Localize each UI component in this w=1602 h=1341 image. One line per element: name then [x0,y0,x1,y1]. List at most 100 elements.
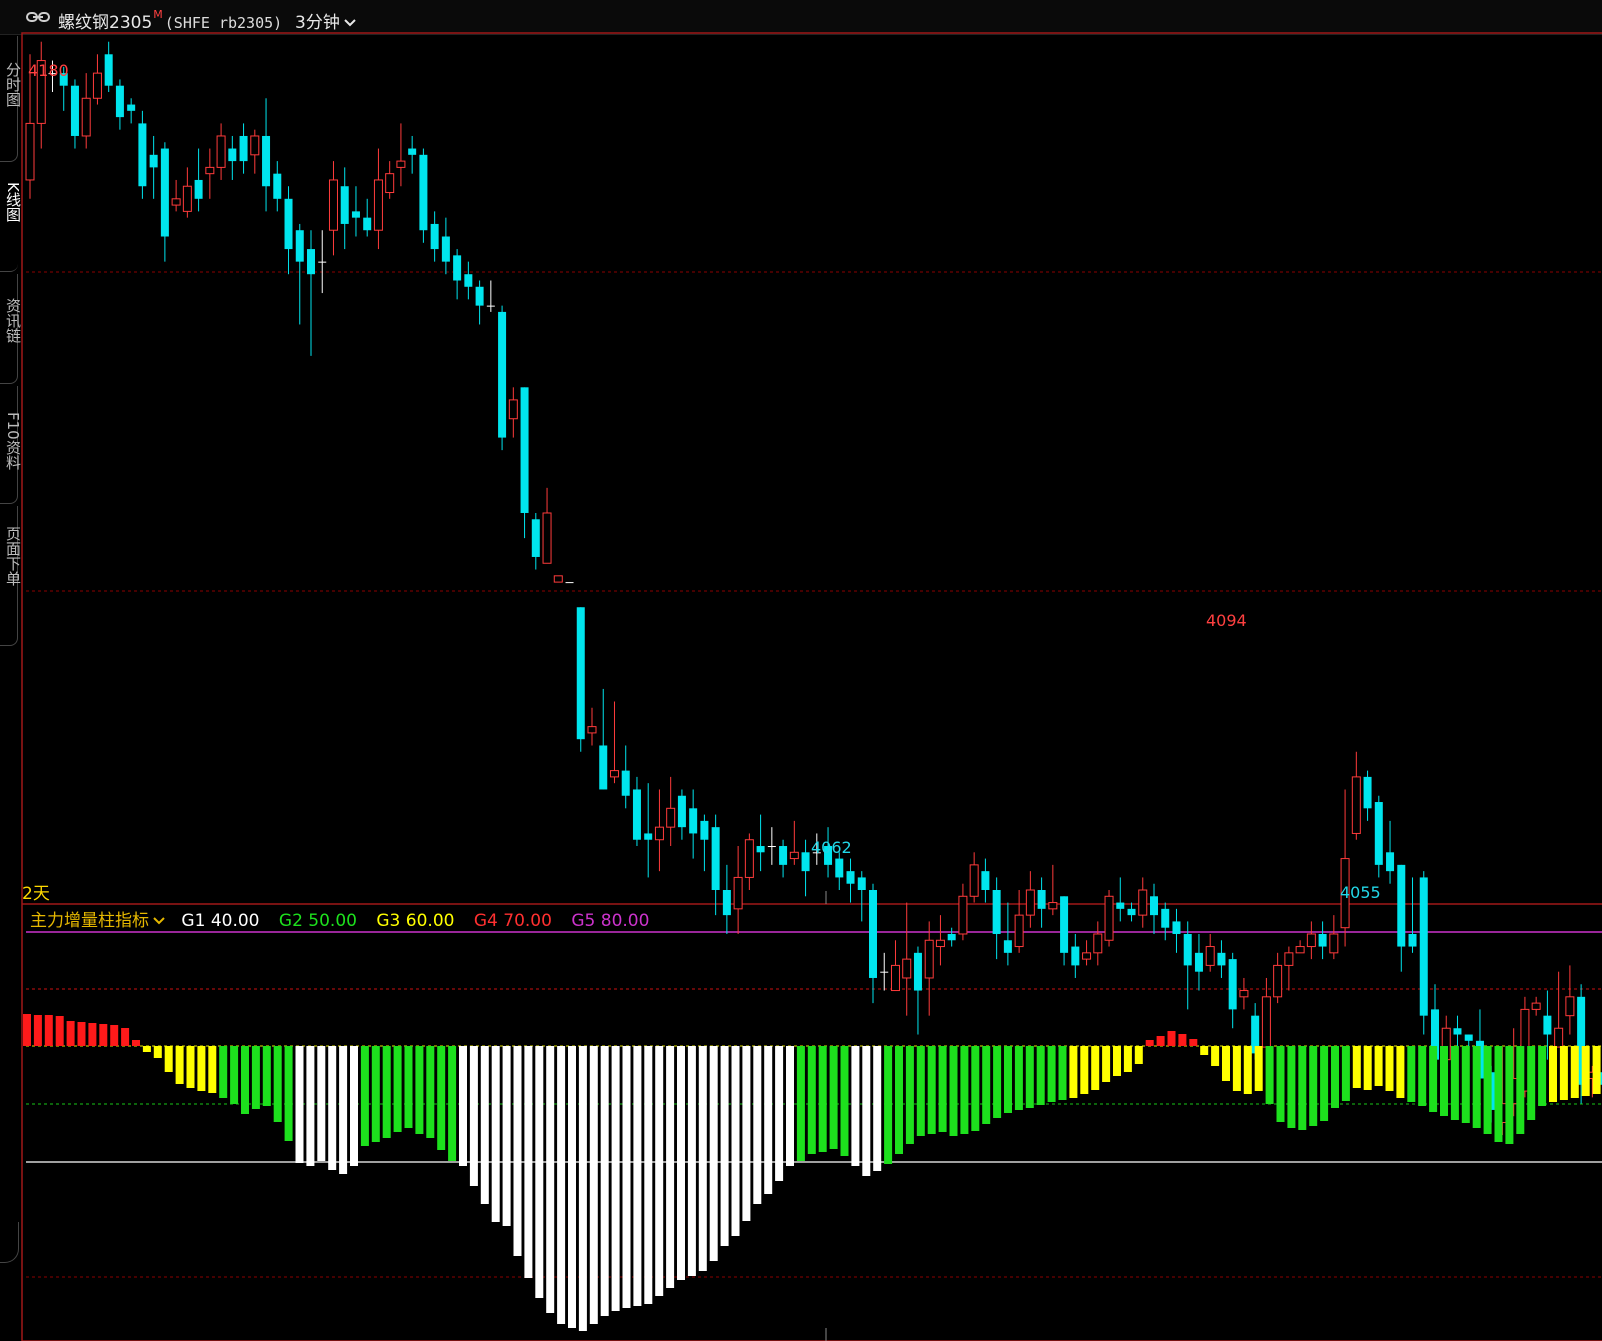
candle [453,249,462,300]
candle-body [767,846,776,848]
candle-body [902,958,912,979]
indicator-bar [895,1046,903,1154]
indicator-bar [55,1016,64,1046]
legend-g1: G1 40.00 [181,911,259,931]
indicator-bar [568,1046,576,1328]
candle [587,707,597,746]
candle [531,512,540,570]
candle [373,148,383,250]
indicator-selector[interactable]: 主力增量柱指标 [30,911,176,931]
candle [880,952,889,991]
indicator-bar [415,1046,424,1134]
candle [767,827,776,865]
candle-body [666,807,676,828]
candle [654,789,664,872]
candle-body [430,223,439,250]
candle-body [565,582,574,584]
candle-body [194,179,203,199]
indicator-bar [600,1046,609,1316]
candle [1228,952,1237,1029]
indicator-bar [775,1046,784,1181]
indicator-bar [404,1046,413,1128]
indicator-bar [44,1015,53,1046]
legend-g3-label: G3 [376,911,401,931]
candle-body [25,122,35,181]
indicator-bar [807,1046,816,1154]
candle-body [1397,864,1406,947]
candle [835,852,844,890]
candle-body [160,148,169,237]
indicator-bar [764,1046,773,1194]
indicator-bar [426,1046,435,1138]
candle-body [644,833,653,840]
candle [1363,770,1372,821]
candle [1397,864,1406,972]
candle [1082,940,1092,966]
candle [486,280,495,312]
candles-group [25,41,1602,1136]
candle-body [385,173,395,194]
candle-body [1014,914,1024,948]
indicator-bar [524,1046,533,1278]
candle [273,161,282,212]
indicator-bar [448,1046,457,1161]
indicator-bar [241,1046,249,1114]
indicator-bar [1167,1031,1176,1046]
indicator-bar [317,1046,326,1161]
indicator-bar [306,1046,315,1166]
indicator-bar [197,1046,206,1091]
candle-body [969,864,979,897]
candle-body [475,286,484,306]
candle-body [486,305,495,307]
candle [1116,877,1125,922]
indicator-bar [1374,1046,1383,1086]
indicator-bar [66,1021,75,1046]
candle [1014,890,1024,953]
candle [419,148,428,243]
candle-body [498,311,507,438]
candle-body [104,54,113,86]
candle-body [419,154,428,231]
candle-body [1284,952,1294,966]
indicator-bar [1243,1046,1252,1094]
candle-body [869,890,877,978]
candle-body [396,160,406,168]
candle [779,839,788,878]
candle-body [1183,933,1192,966]
indicator-bar [611,1046,620,1311]
indicator-bar [1472,1046,1481,1128]
candle-body [1239,990,1249,998]
indicator-bar [1113,1046,1121,1076]
indicator-bar [459,1046,467,1166]
indicator-name: 主力增量柱指标 [30,911,149,931]
candle [385,161,395,199]
candle [947,927,956,947]
candle-body [654,826,664,841]
indicator-bar [1527,1046,1536,1120]
high-mark-label: 4180 [28,61,69,80]
indicator-bar [132,1040,140,1046]
candle-body [890,964,900,992]
candle [171,179,181,212]
candle [565,582,574,584]
candle [621,745,630,809]
candle [250,129,260,174]
candle-body [744,839,754,878]
indicator-bar [480,1046,489,1204]
candle-body [1138,889,1148,916]
candle-body [1150,896,1158,916]
candle [239,123,248,174]
candle-body [935,939,945,948]
candle-body [318,261,327,263]
candle-body [1093,933,1103,954]
candle-body [576,607,585,740]
kline-chart[interactable]: 4180 4062 4094 4055 [0,0,1602,1341]
candle-body [520,387,529,513]
candle-body [587,726,597,734]
indicator-bar [251,1046,260,1109]
candle [992,877,1001,960]
candle [1295,940,1305,954]
candle [340,167,349,250]
candle-body [992,890,1001,934]
candle [1318,921,1327,960]
